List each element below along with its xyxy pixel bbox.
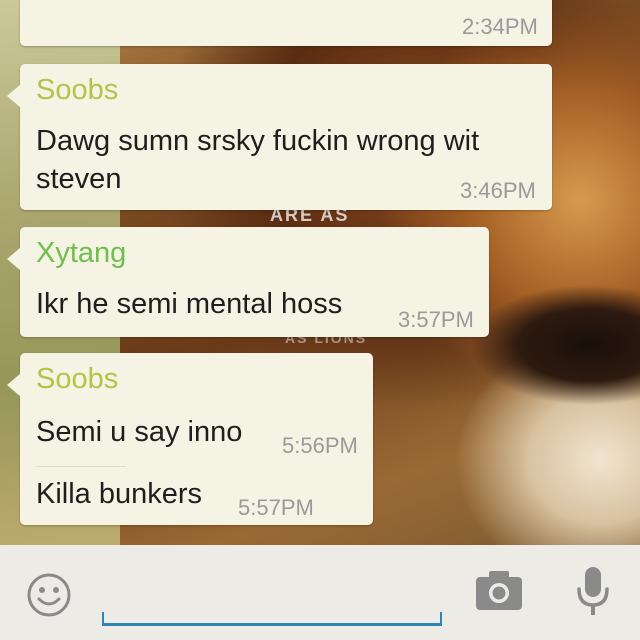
message-sender: Soobs <box>36 363 119 395</box>
message-time: 2:34PM <box>462 14 538 39</box>
message-text: Semi u say inno <box>36 416 243 448</box>
message-bubble[interactable]: Soobs Dawg sumn srsky fuckin wrong wit s… <box>7 64 552 210</box>
message-bubble[interactable]: Xytang Ikr he semi mental hoss 3:57PM <box>7 227 489 337</box>
message-text: Killa bunkers <box>36 478 203 510</box>
message-time: 5:56PM <box>282 433 358 458</box>
message-sender: Xytang <box>36 237 127 269</box>
message-text: steven <box>36 163 122 195</box>
bubble-tail <box>7 373 21 397</box>
bubble-tail <box>7 247 21 271</box>
message-bubble[interactable]: 2:34PM <box>20 0 552 46</box>
message-text-input[interactable] <box>104 575 440 611</box>
message-bubble[interactable]: Soobs Semi u say inno 5:56PM Killa bunke… <box>7 353 373 525</box>
camera-icon[interactable] <box>474 568 524 612</box>
message-text: Ikr he semi mental hoss <box>36 288 343 320</box>
message-time: 3:57PM <box>398 307 474 332</box>
message-input-underline <box>102 612 442 626</box>
message-divider <box>36 466 126 467</box>
message-time: 5:57PM <box>238 495 314 520</box>
message-text: Dawg sumn srsky fuckin wrong wit <box>36 125 480 157</box>
message-time: 3:46PM <box>460 178 536 203</box>
smiley-icon[interactable] <box>26 572 72 618</box>
message-sender: Soobs <box>36 74 119 106</box>
bubble-tail <box>7 84 21 108</box>
microphone-icon[interactable] <box>575 565 611 617</box>
